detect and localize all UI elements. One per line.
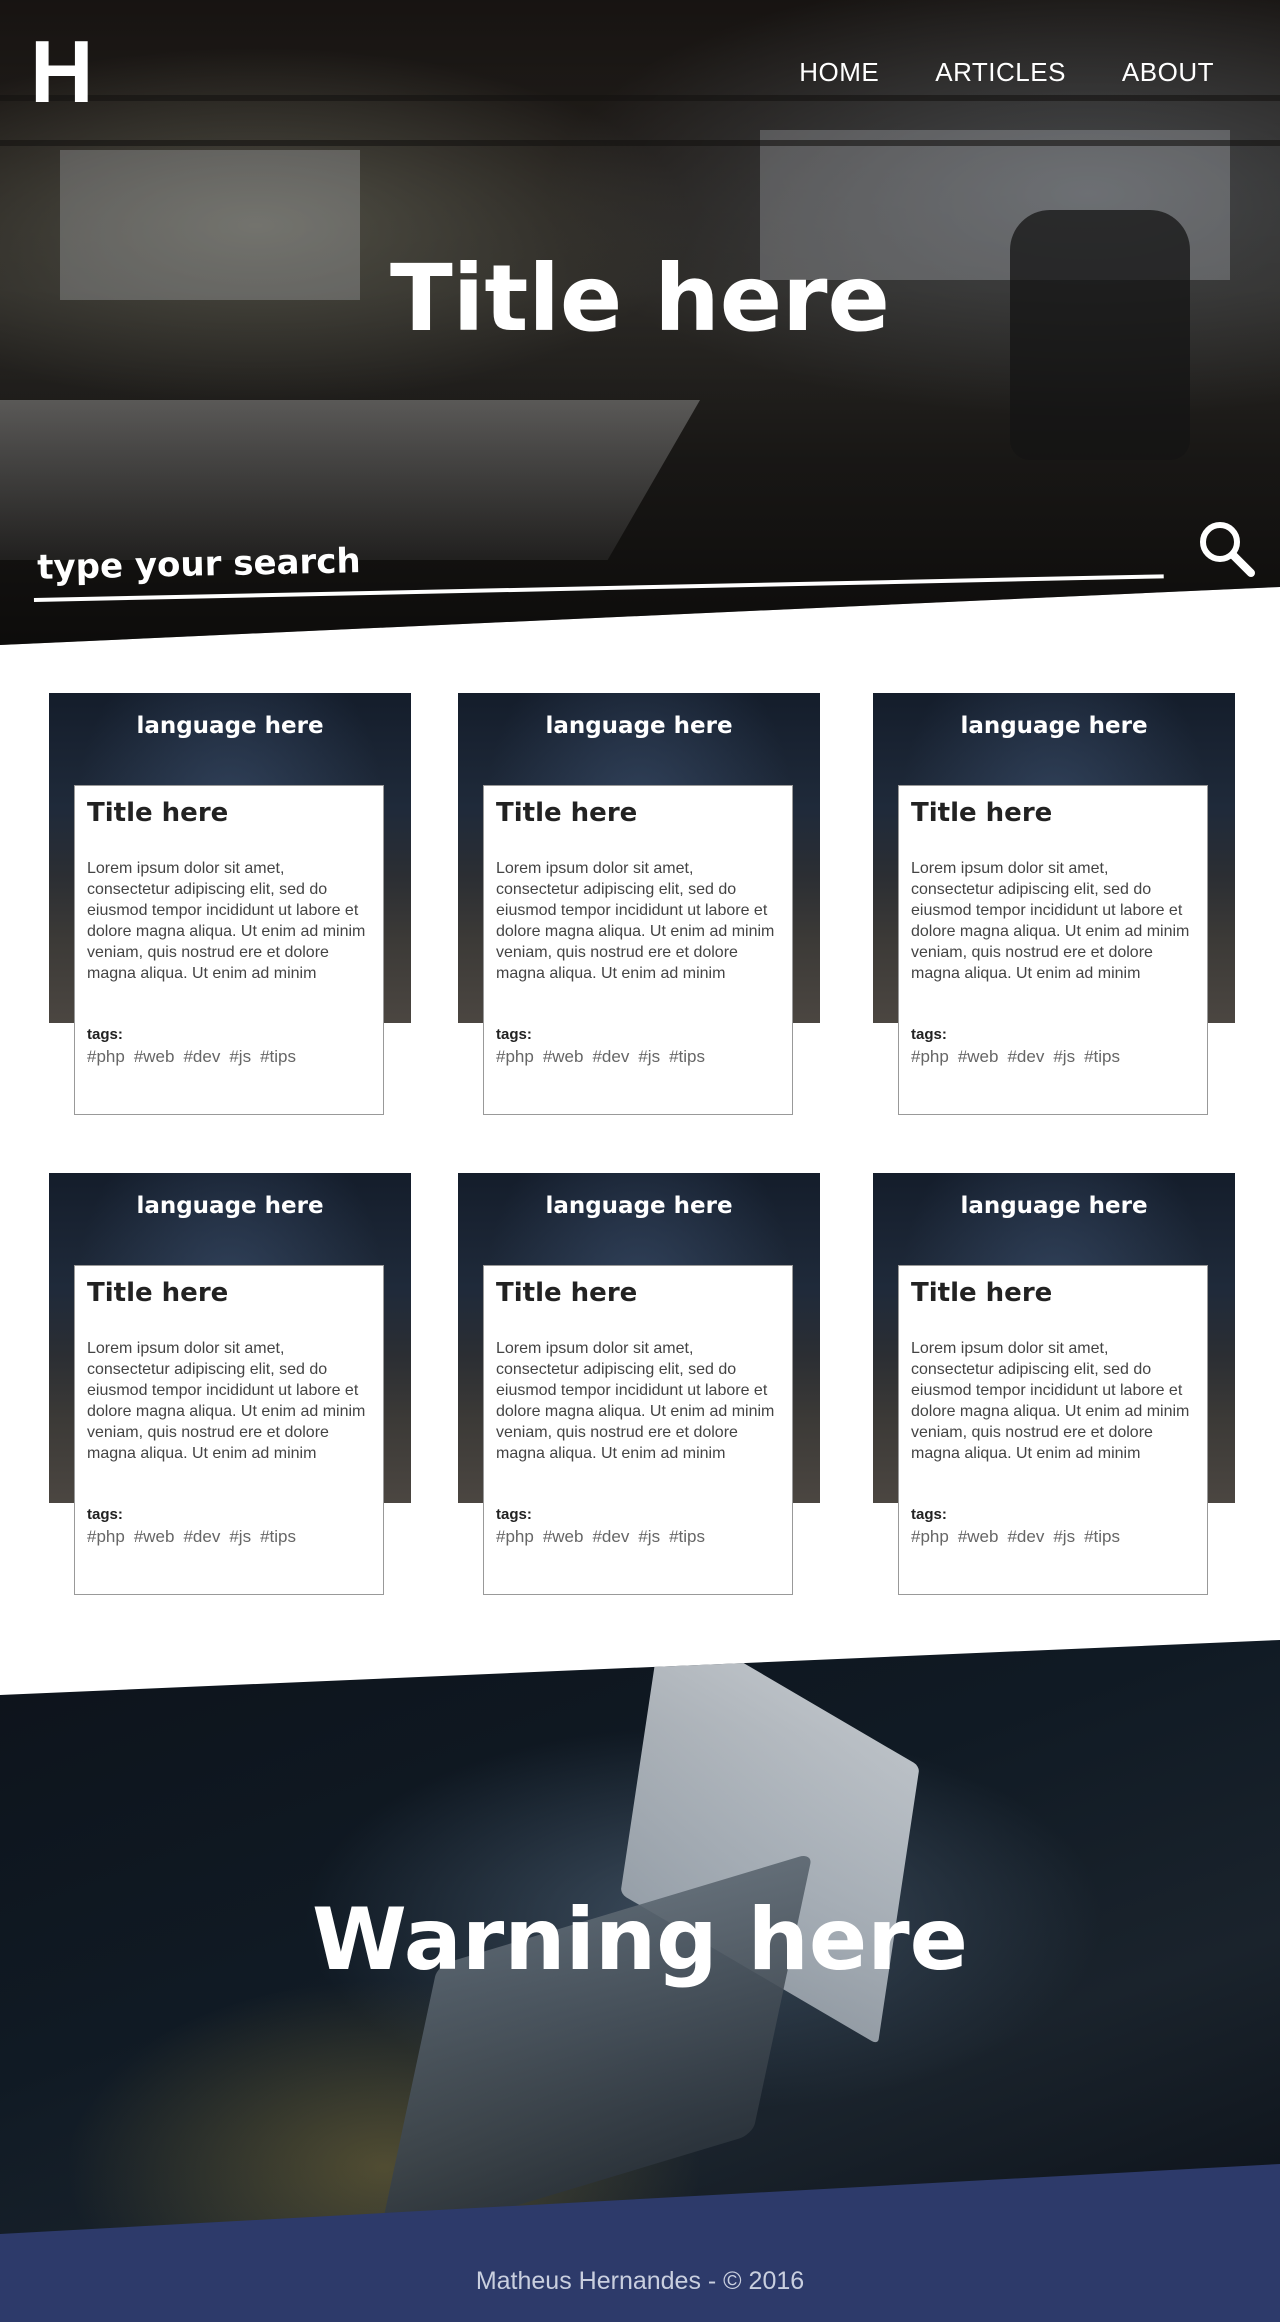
- nav-articles[interactable]: ARTICLES: [935, 57, 1066, 88]
- tag-link[interactable]: #tips: [260, 1047, 296, 1067]
- card-tags: #php #web #dev #js #tips: [87, 1527, 371, 1547]
- card-tags: #php #web #dev #js #tips: [911, 1527, 1195, 1547]
- tag-link[interactable]: #js: [229, 1047, 251, 1067]
- hero-background-beam: [0, 95, 1280, 101]
- warning-banner: Warning here: [0, 1640, 1280, 2260]
- card-title[interactable]: Title here: [87, 798, 371, 828]
- tag-link[interactable]: #js: [229, 1527, 251, 1547]
- tag-link[interactable]: #js: [1053, 1047, 1075, 1067]
- tag-link[interactable]: #tips: [260, 1527, 296, 1547]
- article-card[interactable]: language here Title here Lorem ipsum dol…: [873, 693, 1235, 1115]
- hero-title: Title here: [390, 245, 890, 352]
- tag-link[interactable]: #php: [911, 1527, 949, 1547]
- card-language: language here: [960, 713, 1148, 739]
- tag-link[interactable]: #js: [1053, 1527, 1075, 1547]
- card-language: language here: [960, 1193, 1148, 1219]
- article-card[interactable]: language here Title here Lorem ipsum dol…: [49, 693, 411, 1115]
- card-tags-label: tags:: [496, 1506, 532, 1523]
- tag-link[interactable]: #dev: [592, 1047, 629, 1067]
- card-excerpt: Lorem ipsum dolor sit amet, consectetur …: [87, 860, 366, 982]
- card-tags-label: tags:: [911, 1026, 947, 1043]
- tag-link[interactable]: #web: [543, 1527, 584, 1547]
- hero-background-beam: [0, 140, 1280, 146]
- nav-home[interactable]: HOME: [799, 57, 879, 88]
- tag-link[interactable]: #js: [638, 1527, 660, 1547]
- tag-link[interactable]: #php: [496, 1047, 534, 1067]
- card-language: language here: [136, 713, 324, 739]
- card-tags: #php #web #dev #js #tips: [496, 1527, 780, 1547]
- card-tags: #php #web #dev #js #tips: [911, 1047, 1195, 1067]
- tag-link[interactable]: #php: [496, 1527, 534, 1547]
- tag-link[interactable]: #web: [958, 1527, 999, 1547]
- card-body: Title here Lorem ipsum dolor sit amet, c…: [483, 1265, 793, 1595]
- card-body: Title here Lorem ipsum dolor sit amet, c…: [74, 785, 384, 1115]
- footer-copyright: Matheus Hernandes - © 2016: [475, 2267, 805, 2295]
- main-nav: HOME ARTICLES ABOUT: [799, 57, 1214, 88]
- article-card[interactable]: language here Title here Lorem ipsum dol…: [458, 1173, 820, 1595]
- tag-link[interactable]: #tips: [669, 1047, 705, 1067]
- card-body: Title here Lorem ipsum dolor sit amet, c…: [74, 1265, 384, 1595]
- card-title[interactable]: Title here: [911, 1278, 1195, 1308]
- card-language: language here: [545, 713, 733, 739]
- tag-link[interactable]: #web: [958, 1047, 999, 1067]
- card-language: language here: [136, 1193, 324, 1219]
- article-card[interactable]: language here Title here Lorem ipsum dol…: [49, 1173, 411, 1595]
- tag-link[interactable]: #web: [134, 1047, 175, 1067]
- tag-link[interactable]: #dev: [183, 1527, 220, 1547]
- tag-link[interactable]: #tips: [1084, 1527, 1120, 1547]
- card-excerpt: Lorem ipsum dolor sit amet, consectetur …: [496, 1340, 775, 1462]
- tag-link[interactable]: #tips: [669, 1527, 705, 1547]
- article-card[interactable]: language here Title here Lorem ipsum dol…: [873, 1173, 1235, 1595]
- tag-link[interactable]: #php: [911, 1047, 949, 1067]
- nav-about[interactable]: ABOUT: [1122, 57, 1214, 88]
- tag-link[interactable]: #dev: [592, 1527, 629, 1547]
- card-tags-label: tags:: [87, 1506, 123, 1523]
- card-excerpt: Lorem ipsum dolor sit amet, consectetur …: [911, 1340, 1190, 1462]
- card-tags: #php #web #dev #js #tips: [87, 1047, 371, 1067]
- tag-link[interactable]: #php: [87, 1047, 125, 1067]
- tag-link[interactable]: #dev: [1007, 1047, 1044, 1067]
- card-body: Title here Lorem ipsum dolor sit amet, c…: [898, 785, 1208, 1115]
- tag-link[interactable]: #web: [134, 1527, 175, 1547]
- card-tags-label: tags:: [911, 1506, 947, 1523]
- card-excerpt: Lorem ipsum dolor sit amet, consectetur …: [87, 1340, 366, 1462]
- card-excerpt: Lorem ipsum dolor sit amet, consectetur …: [911, 860, 1190, 982]
- tag-link[interactable]: #tips: [1084, 1047, 1120, 1067]
- search-icon[interactable]: [1196, 518, 1256, 578]
- card-tags-label: tags:: [496, 1026, 532, 1043]
- tag-link[interactable]: #web: [543, 1047, 584, 1067]
- card-title[interactable]: Title here: [911, 798, 1195, 828]
- card-excerpt: Lorem ipsum dolor sit amet, consectetur …: [496, 860, 775, 982]
- card-title[interactable]: Title here: [496, 1278, 780, 1308]
- card-title[interactable]: Title here: [87, 1278, 371, 1308]
- card-body: Title here Lorem ipsum dolor sit amet, c…: [483, 785, 793, 1115]
- card-tags-label: tags:: [87, 1026, 123, 1043]
- card-title[interactable]: Title here: [496, 798, 780, 828]
- card-body: Title here Lorem ipsum dolor sit amet, c…: [898, 1265, 1208, 1595]
- card-language: language here: [545, 1193, 733, 1219]
- tag-link[interactable]: #dev: [1007, 1527, 1044, 1547]
- card-tags: #php #web #dev #js #tips: [496, 1047, 780, 1067]
- hero-banner: H HOME ARTICLES ABOUT Title here: [0, 0, 1280, 645]
- article-card[interactable]: language here Title here Lorem ipsum dol…: [458, 693, 820, 1115]
- tag-link[interactable]: #js: [638, 1047, 660, 1067]
- tag-link[interactable]: #dev: [183, 1047, 220, 1067]
- site-logo[interactable]: H: [30, 28, 94, 116]
- warning-title: Warning here: [312, 1890, 968, 1990]
- tag-link[interactable]: #php: [87, 1527, 125, 1547]
